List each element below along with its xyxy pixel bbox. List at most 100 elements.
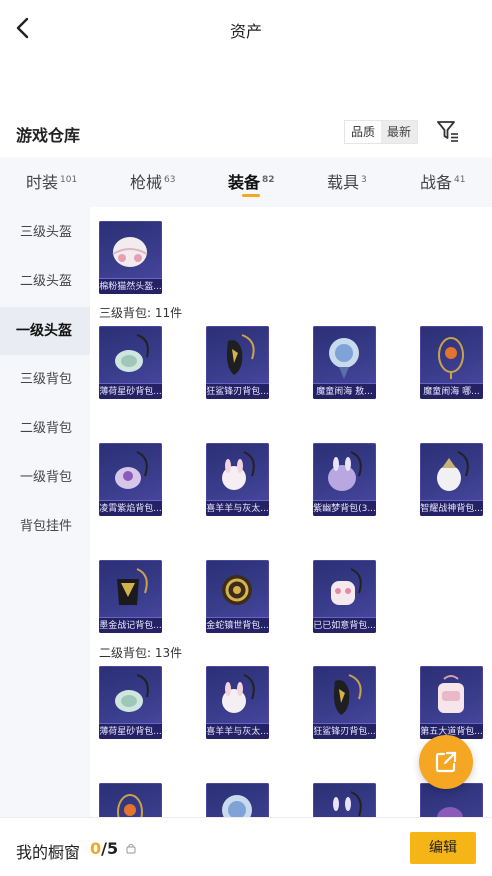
backpack-icon [437,807,463,817]
tab-fashion[interactable]: 时装 101 [26,169,77,193]
item-card[interactable] [99,783,162,817]
filter-icon [437,121,458,142]
tab-label: 载具 [327,173,360,192]
tab-guns[interactable]: 枪械 63 [130,169,175,193]
filter-button[interactable] [436,118,460,144]
edit-button[interactable]: 编辑 [410,832,476,864]
tab-battle-prep[interactable]: 战备 41 [420,169,465,193]
item-card[interactable]: 已已如意背包... [313,560,376,633]
sidenav-item-bag-pendant[interactable]: 背包挂件 [0,503,90,551]
item-card[interactable]: 喜羊羊与灰太... [206,443,269,516]
tab-count: 63 [164,175,176,185]
group-title-level2-bags: 二级背包: 13件 [99,646,183,660]
backpack-icon [438,337,464,379]
item-label: 狂鲨锋刃背包... [206,383,269,399]
share-button[interactable] [419,735,473,789]
item-card[interactable]: 凌霄紫焰背包... [99,443,162,516]
backpack-icon [117,794,143,817]
sidenav-item-level3-helmet[interactable]: 三级头盔 [0,209,90,257]
showcase-count-total: /5 [101,839,119,858]
item-card[interactable]: 狂鲨锋刃背包... [206,326,269,399]
item-label: 棉粉猫然头盔... [99,278,162,294]
item-label: 喜羊羊与灰太... [206,723,269,739]
item-card[interactable]: 魔童闹海 敖... [313,326,376,399]
sort-latest-button[interactable]: 最新 [381,121,418,143]
lock-icon [126,843,136,854]
item-card[interactable]: 金蛇镇世背包... [206,560,269,633]
top-bar: 资产 [0,0,492,58]
backpack-icon [222,575,252,605]
item-label: 智耀战神背包... [420,500,483,516]
showcase-count-current: 0 [90,839,102,858]
sidenav-item-level3-bag[interactable]: 三级背包 [0,356,90,404]
sub-category-nav: 三级头盔 二级头盔 一级头盔 三级背包 二级背包 一级背包 背包挂件 [0,207,90,817]
tab-vehicles[interactable]: 载具 3 [327,169,367,193]
group-title-level3-bags: 三级背包: 11件 [99,306,183,320]
sort-quality-button[interactable]: 品质 [345,121,382,143]
tab-label: 时装 [26,173,59,192]
item-label: 薄荷星砂背包... [99,383,162,399]
item-card[interactable]: 狂鲨锋刃背包... [313,666,376,739]
item-card[interactable]: 墨金战记背包... [99,560,162,633]
showcase-title: 我的橱窗 [16,843,81,862]
backpack-icon [222,795,252,817]
backpack-icon [115,451,148,489]
tab-count: 101 [60,175,78,185]
backpack-icon [438,675,464,713]
backpack-icon [115,674,149,712]
backpack-icon [222,674,255,713]
item-label: 魔童闹海 哪... [420,383,483,399]
item-card[interactable]: 魔童闹海 哪... [420,326,483,399]
sidenav-item-level2-helmet[interactable]: 二级头盔 [0,258,90,306]
item-label: 金蛇镇世背包... [206,617,269,633]
backpack-icon [222,451,255,490]
sort-toggle: 品质 最新 [344,120,419,144]
item-label: 薄荷星砂背包... [99,723,162,739]
backpack-icon [115,334,149,372]
warehouse-title: 游戏仓库 [16,126,81,145]
backpack-icon [117,568,148,605]
active-tab-indicator [242,194,260,197]
backpack-icon [328,451,362,491]
tab-count: 82 [262,175,275,185]
sidenav-item-level1-helmet[interactable]: 一级头盔 [0,307,90,355]
item-card[interactable] [313,783,376,817]
backpack-icon [333,791,362,817]
backpack-icon [333,674,362,715]
showcase-bar: 我的橱窗 0/5 编辑 [0,817,492,876]
item-label: 墨金战记背包... [99,617,162,633]
page-title: 资产 [229,22,262,41]
backpack-icon [437,451,469,491]
item-card[interactable]: 薄荷星砂背包... [99,326,162,399]
tab-label: 战备 [420,173,453,192]
category-tabs: 时装 101 枪械 63 装备 82 载具 3 战备 41 [0,157,492,207]
item-grid: 棉粉猫然头盔... 三级背包: 11件 薄荷星砂背包... 狂鲨锋刃背包... … [90,207,492,817]
item-card[interactable]: 紫幽梦背包(3... [313,443,376,516]
share-icon [435,751,457,773]
showcase-count: 0/5 [90,839,118,858]
sidenav-item-level2-bag[interactable]: 二级背包 [0,405,90,453]
tab-label: 装备 [228,173,261,192]
item-label: 狂鲨锋刃背包... [313,723,376,739]
item-card[interactable]: 智耀战神背包... [420,443,483,516]
item-card[interactable]: 棉粉猫然头盔... [99,221,162,294]
item-card[interactable]: 薄荷星砂背包... [99,666,162,739]
item-label: 凌霄紫焰背包... [99,500,162,516]
item-card[interactable]: 第五大道背包... [420,666,483,739]
item-label: 紫幽梦背包(3... [313,500,376,516]
backpack-icon [329,338,359,379]
tab-count: 41 [454,175,466,185]
tab-equipment[interactable]: 装备 82 [228,169,275,193]
item-card[interactable]: 喜羊羊与灰太... [206,666,269,739]
backpack-icon [331,568,362,605]
item-label: 魔童闹海 敖... [313,383,376,399]
assets-page: 资产 游戏仓库 品质 最新 时装 101 枪械 63 装备 82 载具 3 战备 41 三… [0,0,492,876]
tab-label: 枪械 [130,173,163,192]
item-card[interactable] [206,783,269,817]
backpack-icon [226,334,255,375]
sidenav-item-level1-bag[interactable]: 一级背包 [0,454,90,502]
helmet-icon [112,237,148,267]
tab-count: 3 [361,175,367,185]
item-label: 喜羊羊与灰太... [206,500,269,516]
item-label: 已已如意背包... [313,617,376,633]
